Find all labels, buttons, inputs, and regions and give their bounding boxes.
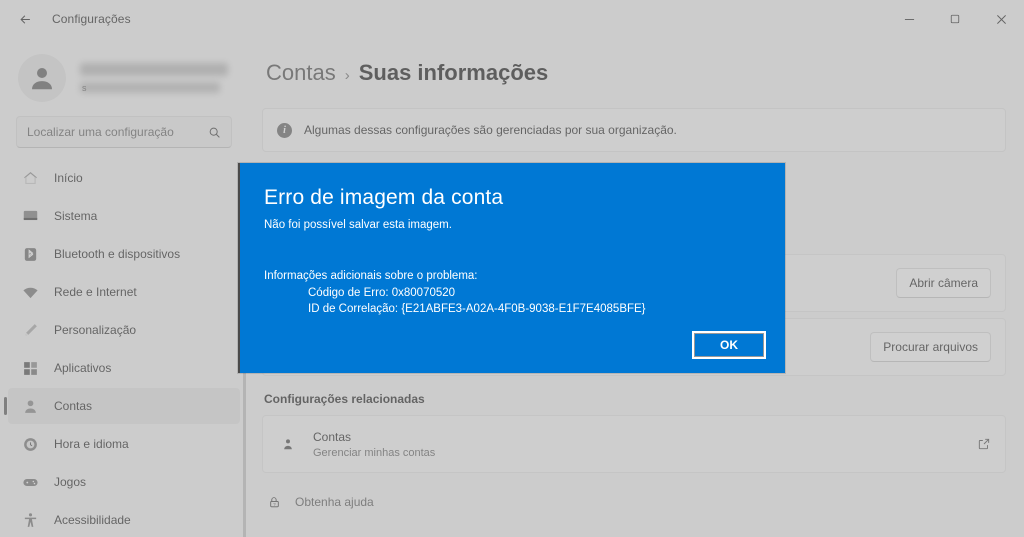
- account-picture-error-dialog: Erro de imagem da conta Não foi possível…: [238, 163, 785, 373]
- dialog-error-code: Código de Erro: 0x80070520: [308, 286, 456, 299]
- ok-button[interactable]: OK: [694, 333, 764, 357]
- dialog-correlation-id: ID de Correlação: {E21ABFE3-A02A-4F0B-90…: [308, 303, 646, 316]
- dialog-details-heading: Informações adicionais sobre o problema:: [264, 270, 478, 282]
- dialog-subtitle: Não foi possível salvar esta imagem.: [264, 219, 452, 231]
- dialog-details: Informações adicionais sobre o problema:…: [240, 231, 785, 318]
- dialog-title: Erro de imagem da conta: [264, 186, 504, 209]
- ok-button-focus-ring: OK: [692, 331, 766, 359]
- dialog-actions: OK: [692, 331, 766, 359]
